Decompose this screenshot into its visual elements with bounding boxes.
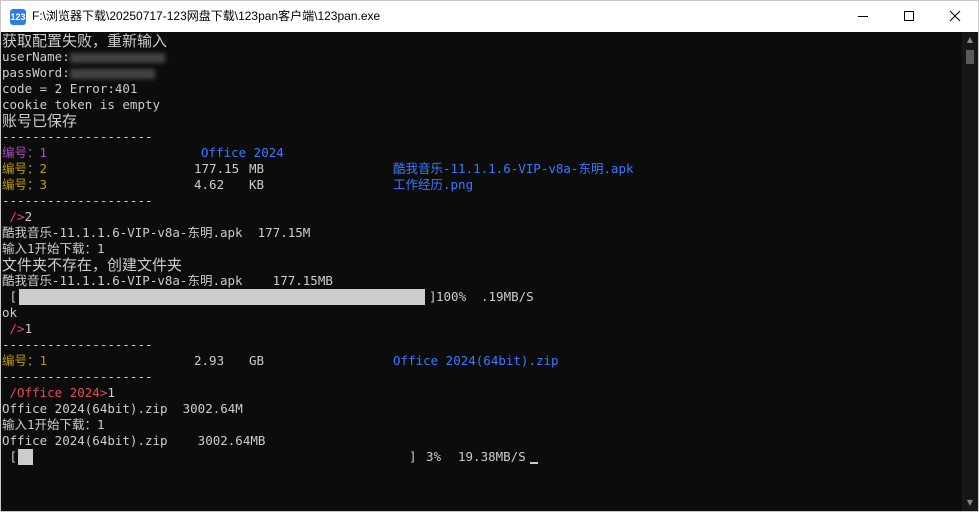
list-item-name[interactable]: Office 2024 xyxy=(201,145,284,161)
scroll-down-icon[interactable]: ▼ xyxy=(962,495,978,511)
console-line: 账号已保存 xyxy=(2,112,78,130)
list-item-name[interactable]: 酷我音乐-11.1.1.6-VIP-v8a-东明.apk xyxy=(393,161,634,177)
list-item-index: 编号：3 xyxy=(2,177,48,192)
list-item-unit: MB xyxy=(249,161,265,176)
progress-percent: 3% xyxy=(426,449,442,464)
console-line: ok xyxy=(2,305,18,320)
console-output[interactable]: 获取配置失败，重新输入 userName: passWord: code = 2… xyxy=(1,32,962,511)
progress-speed: 19.38MB/S xyxy=(458,449,526,464)
close-icon xyxy=(949,10,961,22)
console-line: 获取配置失败，重新输入 xyxy=(2,32,168,50)
console-line: 输入1开始下载：1 xyxy=(2,417,105,432)
scroll-up-icon[interactable]: ▲ xyxy=(962,32,978,48)
username-line: userName: xyxy=(2,49,165,65)
progress-bracket-close: ] xyxy=(409,449,417,464)
vertical-scrollbar[interactable]: ▲ ▼ xyxy=(962,32,978,511)
console-line: cookie token is empty xyxy=(2,97,161,112)
prompt: /> xyxy=(2,209,25,224)
list-item-size: 177.15 xyxy=(194,161,240,176)
prompt: /> xyxy=(2,321,25,336)
minimize-icon xyxy=(858,16,868,17)
console-line: 文件夹不存在，创建文件夹 xyxy=(2,256,183,274)
maximize-icon xyxy=(904,11,914,21)
progress-bracket-open: [ xyxy=(2,449,18,464)
scroll-thumb[interactable] xyxy=(966,50,974,64)
progress-percent: 100% xyxy=(436,289,467,304)
progress-speed: .19MB/S xyxy=(481,289,534,304)
prompt: /Office 2024> xyxy=(2,385,108,400)
console-line: 酷我音乐-11.1.1.6-VIP-v8a-东明.apk 177.15M xyxy=(2,225,311,240)
text-cursor xyxy=(530,462,538,464)
console-line: Office 2024(64bit).zip 3002.64M xyxy=(2,401,243,416)
user-input: 1 xyxy=(24,321,33,336)
progress-bar-fill xyxy=(19,289,425,305)
separator: -------------------- xyxy=(2,129,153,144)
app-icon[interactable]: 123 xyxy=(10,9,26,25)
progress-bracket-open: [ xyxy=(2,289,18,304)
redacted-password xyxy=(69,68,155,79)
redacted-username xyxy=(69,52,165,63)
list-item-size: 4.62 xyxy=(194,177,225,192)
close-button[interactable] xyxy=(932,1,978,32)
password-line: passWord: xyxy=(2,65,155,81)
list-item-index: 编号：1 xyxy=(2,145,48,160)
user-input: 2 xyxy=(24,209,33,224)
list-item-index: 编号：1 xyxy=(2,353,48,368)
prompt-line: /Office 2024>1 xyxy=(2,385,115,401)
username-label: userName: xyxy=(2,49,70,64)
console-line: Office 2024(64bit).zip 3002.64MB xyxy=(2,433,266,448)
prompt-line: />2 xyxy=(2,209,33,225)
title-bar[interactable]: 123 F:\浏览器下载\20250717-123网盘下载\123pan客户端\… xyxy=(1,1,978,32)
window-title: F:\浏览器下载\20250717-123网盘下载\123pan客户端\123p… xyxy=(32,9,381,23)
list-item-size: 2.93 xyxy=(194,353,225,368)
separator: -------------------- xyxy=(2,193,153,208)
console-line: code = 2 Error:401 xyxy=(2,81,138,96)
maximize-button[interactable] xyxy=(886,1,932,32)
progress-bar-fill xyxy=(18,449,33,465)
minimize-button[interactable] xyxy=(840,1,886,32)
list-item-unit: KB xyxy=(249,177,265,192)
separator: -------------------- xyxy=(2,369,153,384)
console-line: 输入1开始下载：1 xyxy=(2,241,105,256)
list-item-name[interactable]: 工作经历.png xyxy=(393,177,473,193)
password-label: passWord: xyxy=(2,65,70,80)
list-item-name[interactable]: Office 2024(64bit).zip xyxy=(393,353,559,369)
list-item-index: 编号：2 xyxy=(2,161,48,176)
console-window: 123 F:\浏览器下载\20250717-123网盘下载\123pan客户端\… xyxy=(0,0,979,512)
prompt-line: />1 xyxy=(2,321,33,337)
console-line: 酷我音乐-11.1.1.6-VIP-v8a-东明.apk 177.15MB xyxy=(2,273,333,288)
separator: -------------------- xyxy=(2,337,153,352)
list-item-unit: GB xyxy=(249,353,265,368)
user-input: 1 xyxy=(107,385,115,400)
